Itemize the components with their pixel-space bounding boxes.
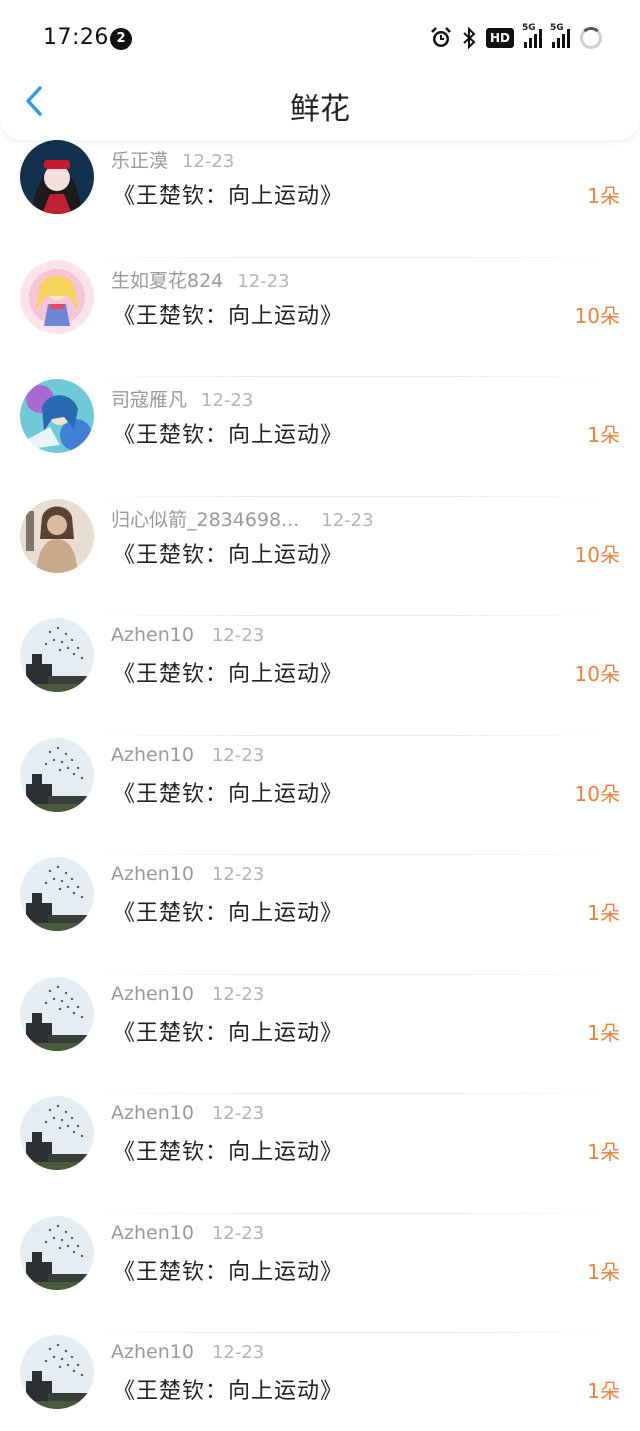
list-item[interactable]: 乐正漠 12-23 《王楚钦：向上运动》 1朵 — [0, 138, 640, 258]
avatar[interactable] — [20, 140, 94, 214]
avatar[interactable] — [20, 618, 94, 692]
list-item[interactable]: Azhen10 12-23 《王楚钦：向上运动》 1朵 — [0, 1333, 640, 1431]
status-time: 17:26 — [43, 25, 109, 50]
date: 12-23 — [201, 390, 254, 411]
user-name-line: Azhen10 12-23 — [111, 624, 264, 646]
list-item[interactable]: 司寇雁凡 12-23 《王楚钦：向上运动》 1朵 — [0, 377, 640, 497]
avatar[interactable] — [20, 1335, 94, 1409]
user-name: Azhen10 — [111, 1341, 194, 1363]
user-name: Azhen10 — [111, 1102, 194, 1124]
avatar[interactable] — [20, 379, 94, 453]
flower-count: 1朵 — [587, 1140, 620, 1164]
user-name-line: 归心似箭_2834698... 12-23 — [111, 505, 374, 532]
date: 12-23 — [211, 1342, 265, 1363]
status-icons: HD 5G 5G — [430, 23, 602, 52]
list-item[interactable]: Azhen10 12-23 《王楚钦：向上运动》 10朵 — [0, 736, 640, 855]
user-name: Azhen10 — [111, 982, 194, 1005]
user-name-line: Azhen10 12-23 — [111, 1341, 264, 1363]
avatar[interactable] — [20, 857, 94, 931]
book-title: 《王楚钦：向上运动》 — [113, 901, 344, 926]
list-item[interactable]: Azhen10 12-23 《王楚钦：向上运动》 1朵 — [0, 855, 640, 975]
hd-voice-icon: HD — [485, 28, 514, 48]
flower-count: 1朵 — [587, 423, 620, 447]
avatar[interactable] — [20, 259, 94, 334]
battery-ring-icon — [580, 27, 602, 49]
user-name: 生如夏花824 — [111, 269, 224, 292]
list-item[interactable]: Azhen10 12-23 《王楚钦：向上运动》 1朵 — [0, 1214, 640, 1333]
list-item[interactable]: Azhen10 12-23 《王楚钦：向上运动》 10朵 — [0, 616, 640, 736]
flower-count: 1朵 — [587, 1020, 620, 1045]
flower-count: 10朵 — [574, 662, 620, 686]
user-name-line: Azhen10 12-23 — [111, 1222, 264, 1244]
user-name: Azhen10 — [111, 863, 194, 885]
user-name-line: Azhen10 12-23 — [111, 744, 264, 766]
book-title: 《王楚钦：向上运动》 — [113, 423, 344, 448]
user-name: Azhen10 — [111, 1221, 194, 1244]
user-name: 归心似箭_2834698... — [111, 508, 300, 531]
alarm-icon — [430, 27, 452, 49]
list-item[interactable]: Azhen10 12-23 《王楚钦：向上运动》 1朵 — [0, 975, 640, 1094]
avatar[interactable] — [20, 976, 94, 1051]
date: 12-23 — [211, 983, 265, 1005]
user-name: 司寇雁凡 — [111, 389, 188, 411]
header: 鲜花 — [0, 60, 640, 140]
flower-count: 10朵 — [574, 542, 620, 567]
notification-badge: 2 — [110, 28, 132, 50]
list-item[interactable]: 归心似箭_2834698... 12-23 《王楚钦：向上运动》 10朵 — [0, 497, 640, 616]
flower-count: 10朵 — [574, 781, 620, 806]
signal-icon-2: 5G — [550, 23, 570, 48]
date: 12-23 — [211, 1103, 265, 1124]
signal-icon: 5G — [522, 23, 542, 48]
date: 12-23 — [182, 151, 235, 172]
user-name-line: 司寇雁凡 12-23 — [111, 385, 253, 412]
flower-list: 乐正漠 12-23 《王楚钦：向上运动》 1朵 生如夏花824 12-23 《王楚钦… — [0, 138, 640, 1431]
date: 12-23 — [211, 1222, 265, 1244]
avatar[interactable] — [20, 1096, 94, 1170]
book-title: 《王楚钦：向上运动》 — [113, 781, 344, 807]
date: 12-23 — [211, 744, 265, 766]
book-title: 《王楚钦：向上运动》 — [113, 184, 344, 209]
user-name-line: Azhen10 12-23 — [111, 863, 264, 885]
date: 12-23 — [237, 270, 290, 292]
date: 12-23 — [321, 509, 374, 531]
avatar[interactable] — [20, 737, 94, 812]
book-title: 《王楚钦：向上运动》 — [113, 542, 344, 568]
flower-count: 10朵 — [574, 303, 620, 328]
flower-count: 1朵 — [587, 1259, 620, 1284]
book-title: 《王楚钦：向上运动》 — [113, 1379, 344, 1404]
list-item[interactable]: 生如夏花824 12-23 《王楚钦：向上运动》 10朵 — [0, 258, 640, 377]
book-title: 《王楚钦：向上运动》 — [113, 1140, 344, 1165]
user-name-line: Azhen10 12-23 — [111, 983, 264, 1005]
list-item[interactable]: Azhen10 12-23 《王楚钦：向上运动》 1朵 — [0, 1094, 640, 1214]
flower-count: 1朵 — [587, 901, 620, 925]
flower-count: 1朵 — [587, 184, 620, 208]
book-title: 《王楚钦：向上运动》 — [113, 1020, 344, 1046]
user-name: 乐正漠 — [111, 150, 169, 172]
date: 12-23 — [211, 864, 265, 885]
book-title: 《王楚钦：向上运动》 — [113, 303, 344, 329]
book-title: 《王楚钦：向上运动》 — [113, 1259, 344, 1285]
avatar[interactable] — [20, 1215, 94, 1290]
user-name: Azhen10 — [111, 624, 194, 646]
user-name-line: 乐正漠 12-23 — [111, 146, 234, 173]
user-name-line: 生如夏花824 12-23 — [111, 266, 290, 293]
page-title: 鲜花 — [290, 92, 350, 127]
date: 12-23 — [211, 625, 265, 646]
user-name-line: Azhen10 12-23 — [111, 1102, 264, 1124]
avatar[interactable] — [20, 498, 94, 573]
flower-count: 1朵 — [587, 1379, 620, 1403]
user-name: Azhen10 — [111, 743, 194, 766]
book-title: 《王楚钦：向上运动》 — [113, 662, 344, 687]
bluetooth-icon — [462, 27, 476, 49]
